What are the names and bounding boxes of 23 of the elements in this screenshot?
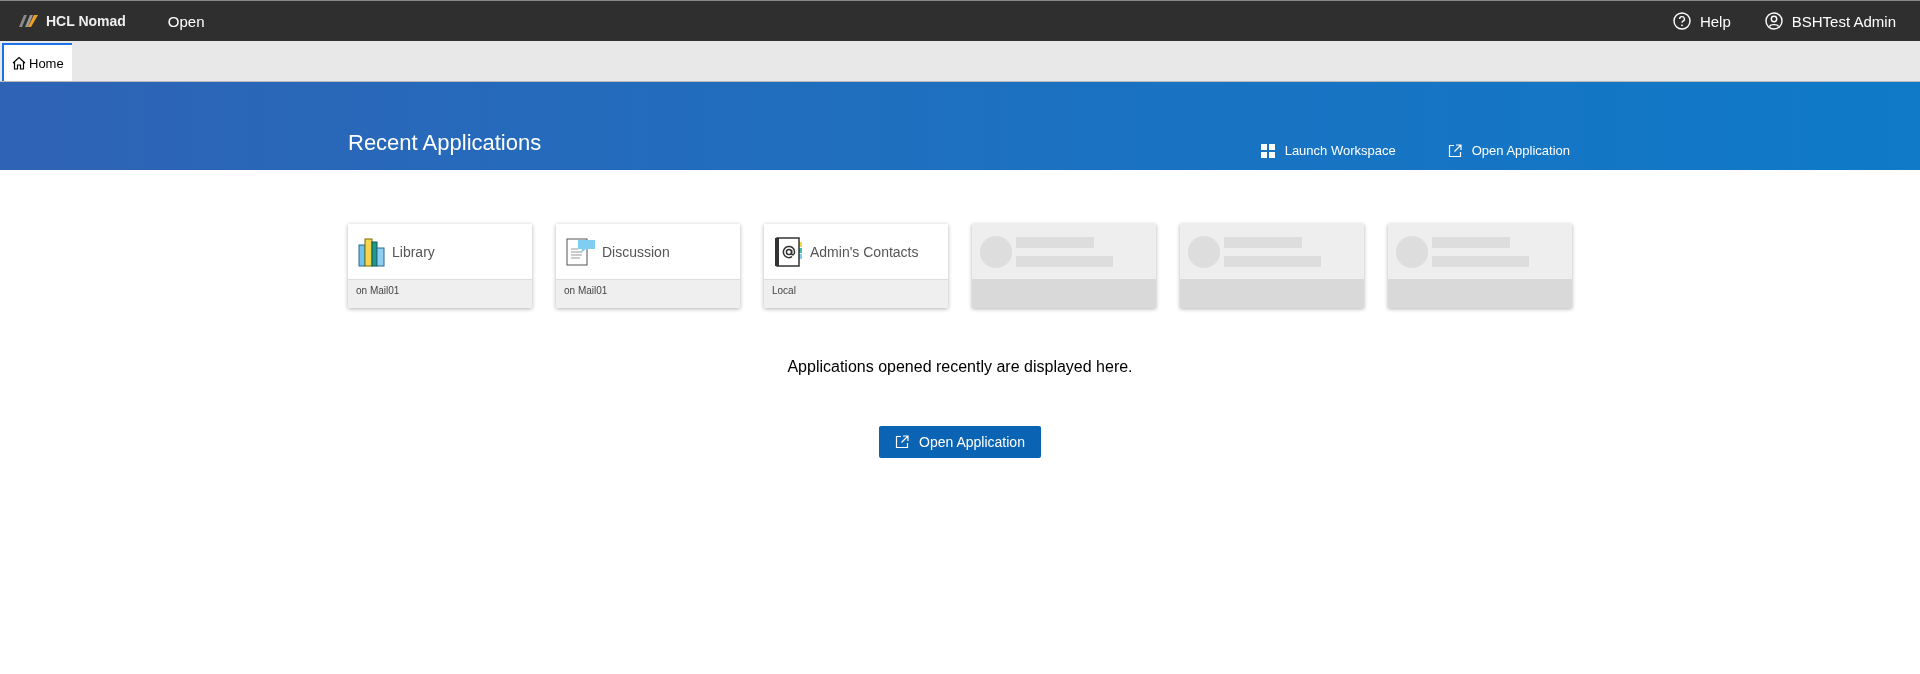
- logo-icon: [18, 13, 40, 29]
- grid-icon: [1260, 143, 1275, 158]
- empty-message: Applications opened recently are displayed here.: [787, 358, 1133, 376]
- brand-name: HCL Nomad: [46, 13, 126, 29]
- application-card[interactable]: Discussion on Mail01: [556, 224, 740, 308]
- address-book-icon: [774, 236, 804, 267]
- launch-workspace-link[interactable]: Launch Workspace: [1260, 143, 1396, 158]
- user-button[interactable]: BSHTest Admin: [1764, 12, 1896, 30]
- user-icon: [1764, 12, 1783, 30]
- open-application-link[interactable]: Open Application: [1447, 143, 1570, 158]
- open-application-button[interactable]: Open Application: [879, 426, 1041, 458]
- document-chat-icon: [566, 236, 596, 267]
- external-link-icon: [1447, 143, 1462, 158]
- help-button[interactable]: Help: [1672, 12, 1731, 30]
- books-icon: [358, 236, 386, 267]
- home-tab[interactable]: Home: [2, 43, 72, 81]
- help-icon: [1672, 12, 1691, 30]
- section-title: Recent Applications: [348, 130, 542, 157]
- home-icon: [12, 56, 26, 70]
- external-link-icon: [895, 435, 910, 449]
- application-card[interactable]: Library on Mail01: [348, 224, 532, 308]
- open-menu[interactable]: Open: [167, 12, 205, 30]
- application-card[interactable]: Admin's Contacts Local: [764, 224, 948, 308]
